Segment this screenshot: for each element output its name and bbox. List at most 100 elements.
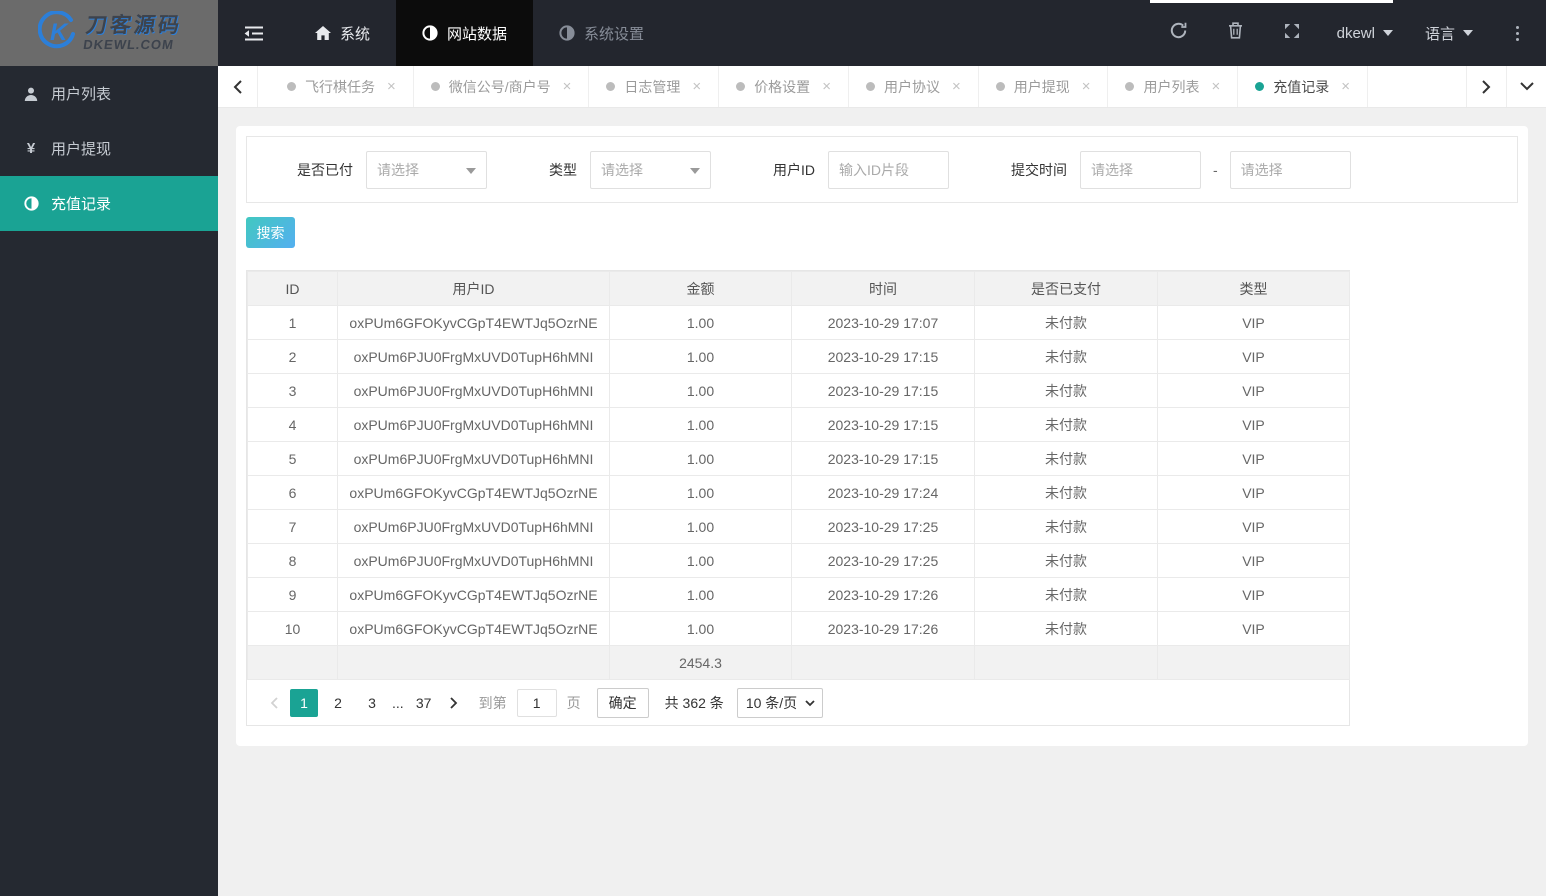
cell-type: VIP <box>1157 475 1350 510</box>
page-number[interactable]: 3 <box>358 689 386 717</box>
cell-amount: 1.00 <box>609 339 792 374</box>
clear-cache-button[interactable] <box>1207 0 1264 66</box>
table-row: 9 oxPUm6GFOKyvCGpT4EWTJq5OzrNE 1.00 2023… <box>247 577 1350 612</box>
cell-id: 10 <box>247 611 338 646</box>
cell-time: 2023-10-29 17:15 <box>791 441 975 476</box>
tab-bar-controls <box>1466 66 1546 107</box>
tab-user-agreement[interactable]: 用户协议 × <box>849 66 979 107</box>
refresh-button[interactable] <box>1150 0 1207 66</box>
close-icon[interactable]: × <box>387 78 396 95</box>
cell-amount: 1.00 <box>609 577 792 612</box>
tabs-menu-button[interactable] <box>1506 66 1546 107</box>
cell-user-id: oxPUm6PJU0FrgMxUVD0TupH6hMNI <box>337 509 610 544</box>
top-navbar: K 刀客源码 DKEWL.COM 系统 网站数据 系统设置 dkewl 语言 <box>0 0 1546 66</box>
close-icon[interactable]: × <box>563 78 572 95</box>
svg-text:K: K <box>50 19 69 46</box>
cell-status: 未付款 <box>974 339 1158 374</box>
close-icon[interactable]: × <box>1341 78 1350 95</box>
tab-log-management[interactable]: 日志管理 × <box>589 66 720 107</box>
tab-flight-chess-task[interactable]: 飞行棋任务 × <box>270 66 414 107</box>
menu-item-label: 系统 <box>340 25 371 43</box>
cell-amount: 1.00 <box>609 373 792 408</box>
tab-price-settings[interactable]: 价格设置 × <box>719 66 849 107</box>
tab-recharge-records[interactable]: 充值记录 × <box>1238 66 1369 107</box>
table-row: 3 oxPUm6PJU0FrgMxUVD0TupH6hMNI 1.00 2023… <box>247 373 1350 408</box>
search-button[interactable]: 搜索 <box>246 217 295 248</box>
time-from-input[interactable] <box>1080 150 1201 189</box>
yen-icon: ¥ <box>26 140 36 157</box>
tab-wechat-account[interactable]: 微信公号/商户号 × <box>414 66 590 107</box>
prev-page-button[interactable] <box>261 689 287 717</box>
page-size-select[interactable]: 10 条/页 <box>736 687 823 718</box>
menu-item-label: 系统设置 <box>584 25 645 43</box>
user-dropdown[interactable]: dkewl <box>1321 0 1409 66</box>
page-number-last[interactable]: 37 <box>410 689 438 717</box>
sidebar-item-user-list[interactable]: 用户列表 <box>0 66 218 121</box>
cell-id: 8 <box>247 543 338 578</box>
tab-status-dot <box>1255 82 1265 91</box>
user-id-input[interactable] <box>828 150 949 189</box>
close-icon[interactable]: × <box>1082 78 1091 95</box>
cell-id: 5 <box>247 441 338 476</box>
close-icon[interactable]: × <box>822 78 831 95</box>
cell-status: 未付款 <box>974 441 1158 476</box>
tab-user-withdraw[interactable]: 用户提现 × <box>979 66 1109 107</box>
tab-status-dot <box>736 82 746 91</box>
menu-item-site-data[interactable]: 网站数据 <box>396 0 534 66</box>
next-page-button[interactable] <box>441 689 467 717</box>
cell-type: VIP <box>1157 577 1350 612</box>
user-icon <box>22 87 40 101</box>
tab-user-list[interactable]: 用户列表 × <box>1108 66 1239 107</box>
cell-status: 未付款 <box>974 373 1158 408</box>
close-icon[interactable]: × <box>952 78 961 95</box>
cell-amount: 1.00 <box>609 543 792 578</box>
tab-status-dot <box>995 82 1005 91</box>
cell-user-id: oxPUm6PJU0FrgMxUVD0TupH6hMNI <box>337 339 610 374</box>
menu-item-settings[interactable]: 系统设置 <box>533 0 670 66</box>
cell-amount: 1.00 <box>609 509 792 544</box>
close-icon[interactable]: × <box>1211 78 1220 95</box>
summary-empty <box>247 645 338 680</box>
tab-label: 日志管理 <box>624 78 681 95</box>
menu-item-system[interactable]: 系统 <box>289 0 396 66</box>
filter-form: 是否已付 请选择 类型 请选择 用户ID 输入ID片段 提交时间 请选择 - 请… <box>246 136 1518 203</box>
adjust-half-circle-icon <box>22 196 40 211</box>
page-number[interactable]: 2 <box>324 689 352 717</box>
username-label: dkewl <box>1336 24 1375 42</box>
goto-page-input[interactable] <box>516 688 557 717</box>
tabs-scroll-right-button[interactable] <box>1466 66 1506 107</box>
type-filter-select[interactable]: 请选择 <box>590 150 711 189</box>
table-row: 5 oxPUm6PJU0FrgMxUVD0TupH6hMNI 1.00 2023… <box>247 441 1350 476</box>
goto-page-label: 到第 <box>478 694 507 711</box>
column-header-time: 时间 <box>791 271 975 306</box>
goto-confirm-button[interactable]: 确定 <box>596 687 649 718</box>
total-count-label: 共 362 条 <box>664 694 724 711</box>
cell-amount: 1.00 <box>609 475 792 510</box>
fullscreen-button[interactable] <box>1264 0 1321 66</box>
tab-label: 用户列表 <box>1143 78 1200 95</box>
summary-empty <box>791 645 975 680</box>
logo-subtitle: DKEWL.COM <box>81 37 175 52</box>
summary-empty <box>1157 645 1350 680</box>
more-actions-button[interactable] <box>1489 0 1546 66</box>
sidebar-item-recharge-records[interactable]: 充值记录 <box>0 176 218 231</box>
tabs-scroll-left-button[interactable] <box>218 66 258 107</box>
sidebar-item-user-withdraw[interactable]: ¥ 用户提现 <box>0 121 218 176</box>
cell-type: VIP <box>1157 407 1350 442</box>
close-icon[interactable]: × <box>692 78 701 95</box>
cell-time: 2023-10-29 17:15 <box>791 407 975 442</box>
page-number-current[interactable]: 1 <box>290 688 318 717</box>
recharge-records-panel: 是否已付 请选择 类型 请选择 用户ID 输入ID片段 提交时间 请选择 - 请… <box>236 126 1528 746</box>
cell-id: 6 <box>247 475 338 510</box>
time-to-input[interactable] <box>1229 150 1351 189</box>
sidebar-toggle-button[interactable] <box>218 0 289 66</box>
cell-amount: 1.00 <box>609 611 792 646</box>
language-dropdown[interactable]: 语言 <box>1409 0 1489 66</box>
tab-status-dot <box>287 82 296 91</box>
sidebar-item-label: 用户提现 <box>51 141 112 158</box>
menu-item-label: 网站数据 <box>447 25 508 43</box>
paid-filter-select[interactable]: 请选择 <box>366 150 487 189</box>
cell-id: 2 <box>247 339 338 374</box>
cell-id: 1 <box>247 305 338 340</box>
chevron-down-icon <box>466 167 476 179</box>
